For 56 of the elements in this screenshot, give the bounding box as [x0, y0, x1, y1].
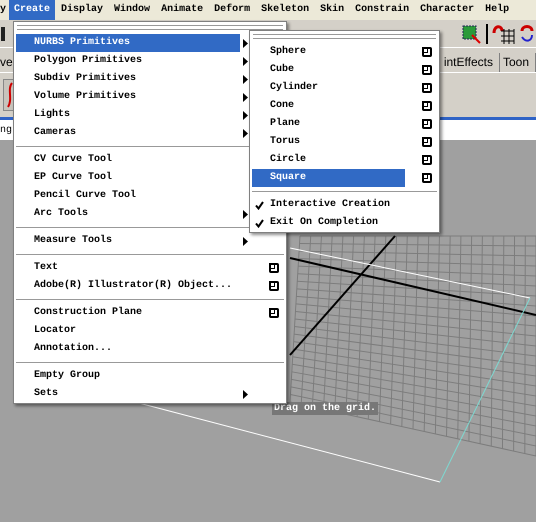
menu-item[interactable]: Subdiv Primitives — [16, 70, 240, 88]
curve-magnet-icon[interactable] — [520, 22, 534, 44]
menu-item[interactable]: Empty Group — [16, 367, 240, 385]
grid-magnet-icon[interactable] — [492, 22, 516, 44]
menu-item[interactable]: Deform — [209, 0, 256, 20]
option-box-icon[interactable] — [422, 83, 432, 93]
select-box-icon[interactable] — [460, 22, 482, 44]
menu-item[interactable]: Annotation... — [16, 340, 240, 358]
menu-item[interactable]: Help — [480, 0, 514, 20]
menu-item[interactable]: Text — [16, 259, 240, 277]
menu-item[interactable]: Adobe(R) Illustrator(R) Object... — [16, 277, 240, 295]
option-box-icon[interactable] — [422, 137, 432, 147]
menu-item[interactable]: Character — [415, 0, 480, 20]
option-box-icon[interactable] — [269, 263, 279, 273]
option-box-icon[interactable] — [422, 173, 432, 183]
option-box-icon[interactable] — [422, 155, 432, 165]
option-box-icon[interactable] — [422, 119, 432, 129]
menu-item[interactable]: Exit On Completion — [266, 214, 439, 232]
menu-item[interactable]: Window — [109, 0, 156, 20]
menu-item[interactable]: Lights — [16, 106, 240, 124]
menu-item[interactable]: Measure Tools — [16, 232, 240, 250]
menu-item[interactable]: Cube — [252, 61, 405, 79]
menu-item[interactable]: Cone — [252, 97, 405, 115]
tear-off-bar[interactable] — [17, 25, 283, 30]
menu-item[interactable]: Display — [56, 0, 108, 20]
option-box-icon[interactable] — [422, 47, 432, 57]
menu-item[interactable]: Skeleton — [256, 0, 314, 20]
viewport-hint: Drag on the grid. — [272, 402, 378, 415]
menu-item[interactable]: Square — [252, 169, 405, 187]
menu-item[interactable]: Construction Plane — [16, 304, 240, 322]
menu-item[interactable]: Skin — [315, 0, 350, 20]
menu-item[interactable]: Constrain — [350, 0, 414, 20]
menu-item[interactable]: CV Curve Tool — [16, 151, 240, 169]
menu-item[interactable]: Circle — [252, 151, 405, 169]
menu-item[interactable]: Pencil Curve Tool — [16, 187, 240, 205]
status-text: ng — [0, 124, 12, 136]
menu-item[interactable]: Create — [9, 0, 56, 20]
menu-item[interactable]: Plane — [252, 115, 405, 133]
menu-item[interactable]: Cylinder — [252, 79, 405, 97]
menu-item[interactable]: Animate — [156, 0, 208, 20]
menu-item[interactable]: Locator — [16, 322, 240, 340]
menu-item[interactable]: Sphere — [252, 43, 405, 61]
menu-item[interactable]: NURBS Primitives — [16, 34, 240, 52]
menu-item[interactable]: Interactive Creation — [266, 196, 439, 214]
menu-item[interactable]: Sets — [16, 385, 240, 403]
menu-item[interactable]: EP Curve Tool — [16, 169, 240, 187]
menu-item[interactable]: Arc Tools — [16, 205, 240, 223]
menu-item[interactable]: Volume Primitives — [16, 88, 240, 106]
tear-off-bar[interactable] — [253, 34, 436, 39]
menu-item[interactable]: y — [0, 0, 8, 20]
option-box-icon[interactable] — [269, 281, 279, 291]
menu-item[interactable]: Cameras — [16, 124, 240, 142]
option-box-icon[interactable] — [269, 308, 279, 318]
menu-item[interactable]: Torus — [252, 133, 405, 151]
option-box-icon[interactable] — [422, 101, 432, 111]
option-box-icon[interactable] — [422, 65, 432, 75]
